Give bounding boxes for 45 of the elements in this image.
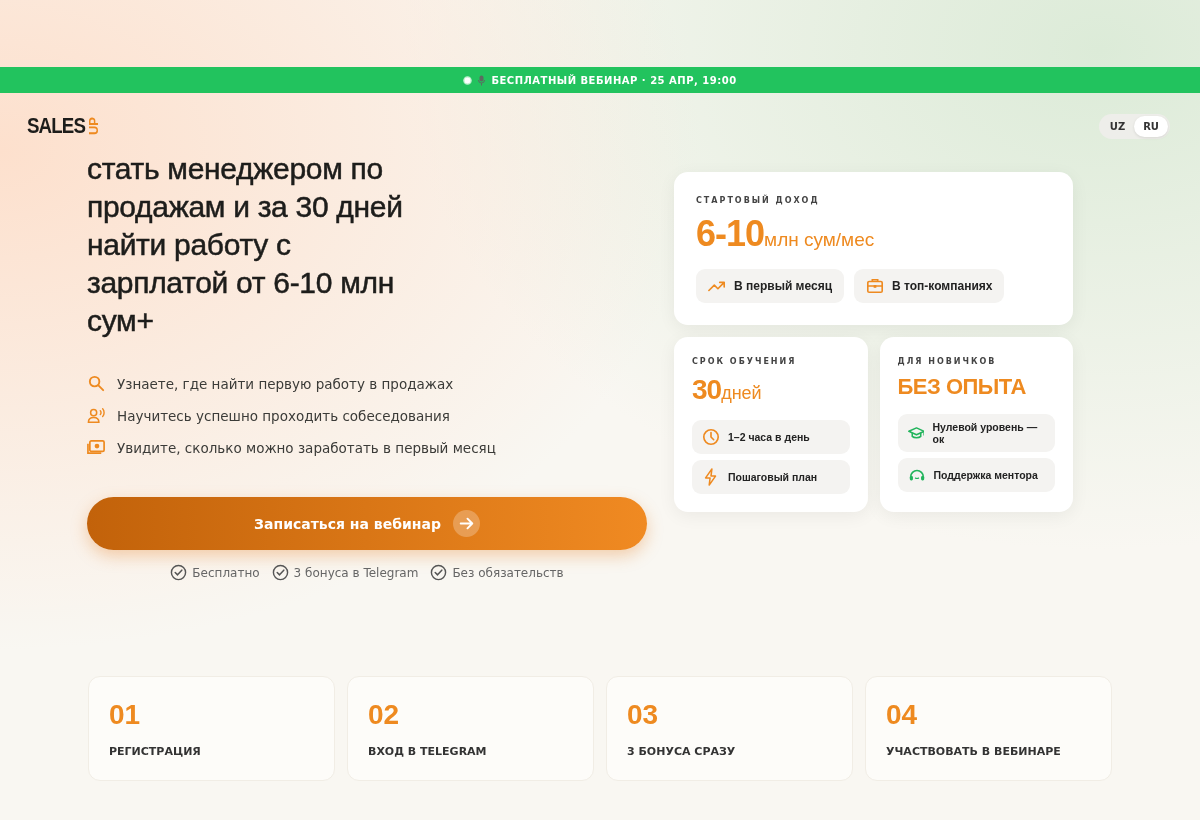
step-number: 03: [627, 699, 660, 731]
stat-unit: дней: [721, 383, 762, 404]
stat-unit: млн сум/мес: [764, 229, 875, 251]
chip-text: 1–2 часа в день: [728, 431, 810, 443]
step-title: УЧАСТВОВАТЬ В ВЕБИНАРЕ: [886, 745, 1062, 758]
step-title: РЕГИСТРАЦИЯ: [109, 745, 202, 758]
stat-value: 30: [692, 374, 722, 406]
benefit-text: Узнаете, где найти первую работу в продажах: [117, 375, 454, 392]
stat-value: БЕЗ ОПЫТА: [897, 374, 1026, 400]
perk-text: 3 бонуса в Telegram: [293, 565, 419, 580]
chip-text: В первый месяц: [734, 279, 833, 293]
check-circle-icon: [271, 564, 289, 581]
banner-text: БЕСПЛАТНЫЙ ВЕБИНАР · 25 АПР, 19:00: [491, 74, 737, 86]
card-label: СТАРТОВЫЙ ДОХОД: [696, 196, 821, 205]
briefcase-icon: [866, 277, 885, 295]
language-option[interactable]: RU: [1134, 115, 1168, 137]
check-circle-icon: [430, 564, 448, 581]
search-icon: [87, 374, 106, 393]
chip-text: Нулевой уровень — ок: [932, 421, 1039, 445]
banknote-icon: [87, 438, 106, 457]
microphone-icon: [478, 74, 486, 86]
check-circle-icon: [170, 564, 188, 581]
step-number: 02: [368, 699, 401, 731]
headline: стать менеджером по продажам и за 30 дней найти работу с зарплатой от 6-10 млн сум+: [87, 151, 404, 339]
clock-icon: [702, 428, 720, 446]
chip-text: Пошаговый план: [728, 471, 818, 483]
step-number: 01: [109, 699, 142, 731]
live-dot-icon: [463, 75, 473, 85]
chip-text: Поддержка ментора: [933, 469, 1038, 481]
benefit-text: Увидите, сколько можно заработать в первый месяц: [117, 439, 496, 456]
arrow-right-icon: [452, 510, 480, 537]
card-label: СРОК ОБУЧЕНИЯ: [692, 357, 798, 366]
stat-value: 6-10: [696, 213, 765, 255]
person-speaking-icon: [87, 406, 106, 425]
card-label: ДЛЯ НОВИЧКОВ: [897, 357, 998, 366]
perk-text: Бесплатно: [192, 565, 260, 580]
logo-text: SALES: [27, 113, 86, 139]
perk-text: Без обязательств: [452, 565, 564, 580]
logo-accent-text: UP: [87, 116, 102, 136]
benefit-text: Научитесь успешно проходить собеседования: [117, 407, 450, 424]
step-number: 04: [886, 699, 919, 731]
chip-text: В топ-компаниях: [892, 279, 993, 293]
step-title: ВХОД В TELEGRAM: [368, 745, 488, 758]
step-title: 3 БОНУСА СРАЗУ: [627, 745, 737, 758]
language-option[interactable]: UZ: [1100, 115, 1135, 137]
